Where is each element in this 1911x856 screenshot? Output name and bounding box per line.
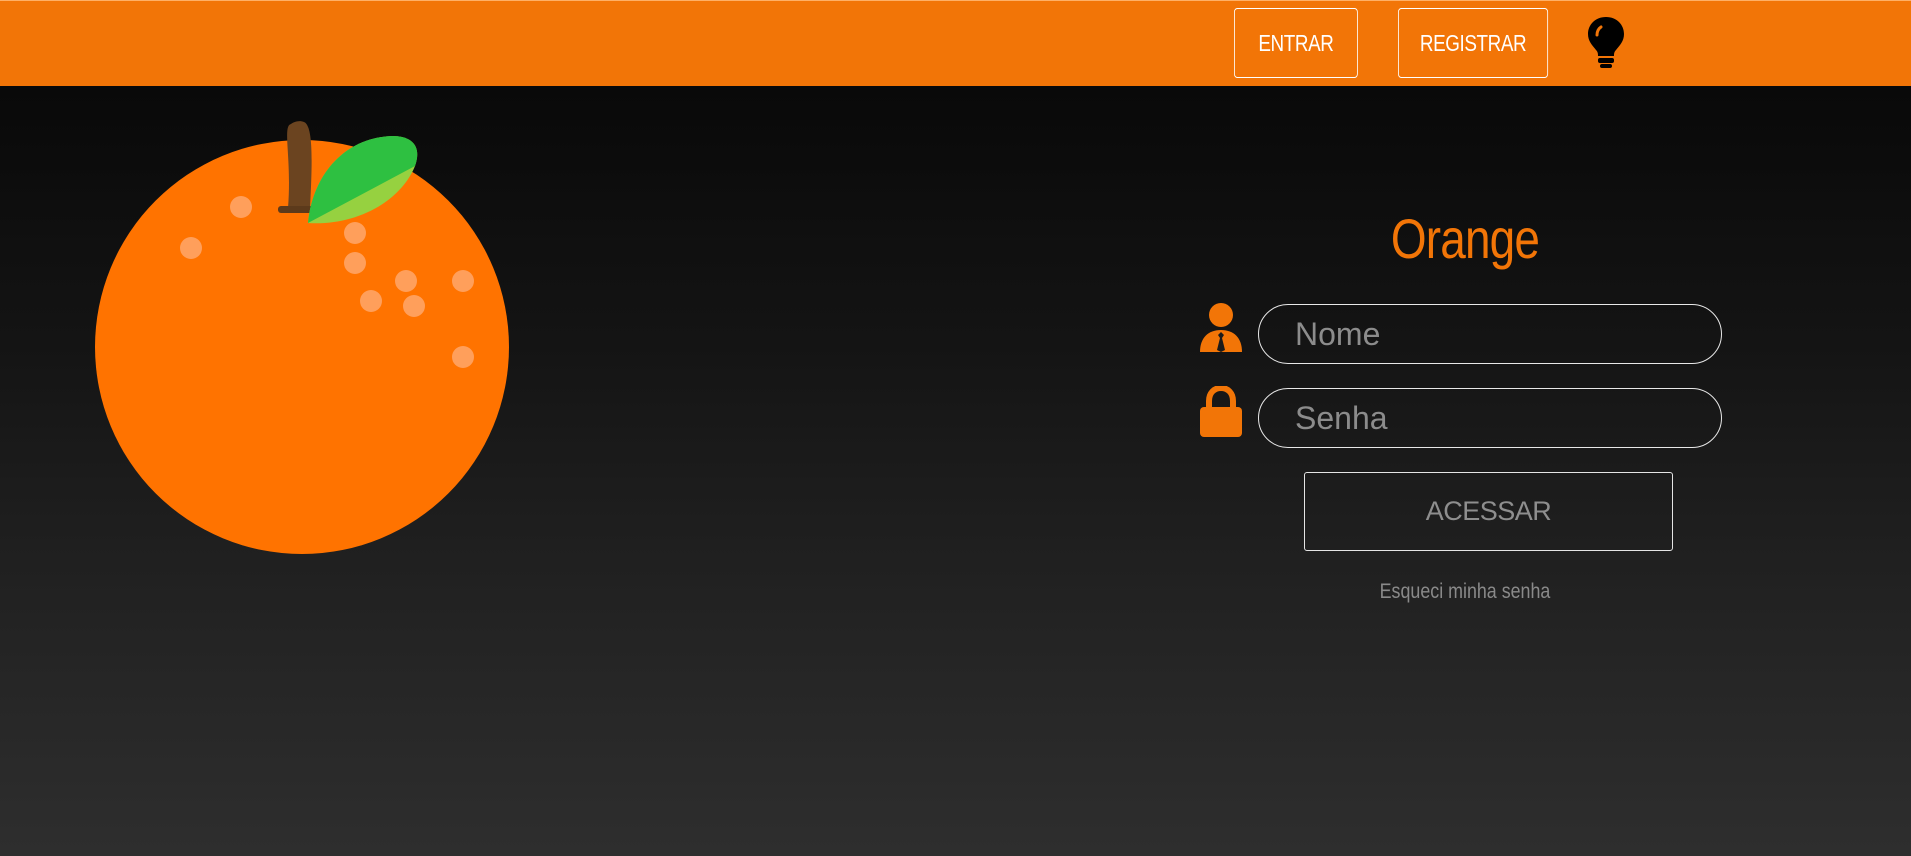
app-title: Orange: [1390, 207, 1540, 270]
lightbulb-icon[interactable]: [1586, 15, 1626, 69]
user-tie-icon: [1200, 303, 1242, 352]
forgot-password-link[interactable]: Esqueci minha senha: [1325, 580, 1606, 604]
access-button[interactable]: ACESSAR: [1304, 472, 1673, 551]
top-navbar: ENTRAR REGISTRAR: [0, 0, 1911, 86]
orange-fruit-icon: [95, 121, 509, 554]
login-button[interactable]: ENTRAR: [1234, 8, 1358, 78]
register-button[interactable]: REGISTRAR: [1398, 8, 1549, 78]
password-input[interactable]: [1258, 388, 1722, 448]
name-input[interactable]: [1258, 304, 1722, 364]
lock-icon: [1200, 386, 1242, 437]
